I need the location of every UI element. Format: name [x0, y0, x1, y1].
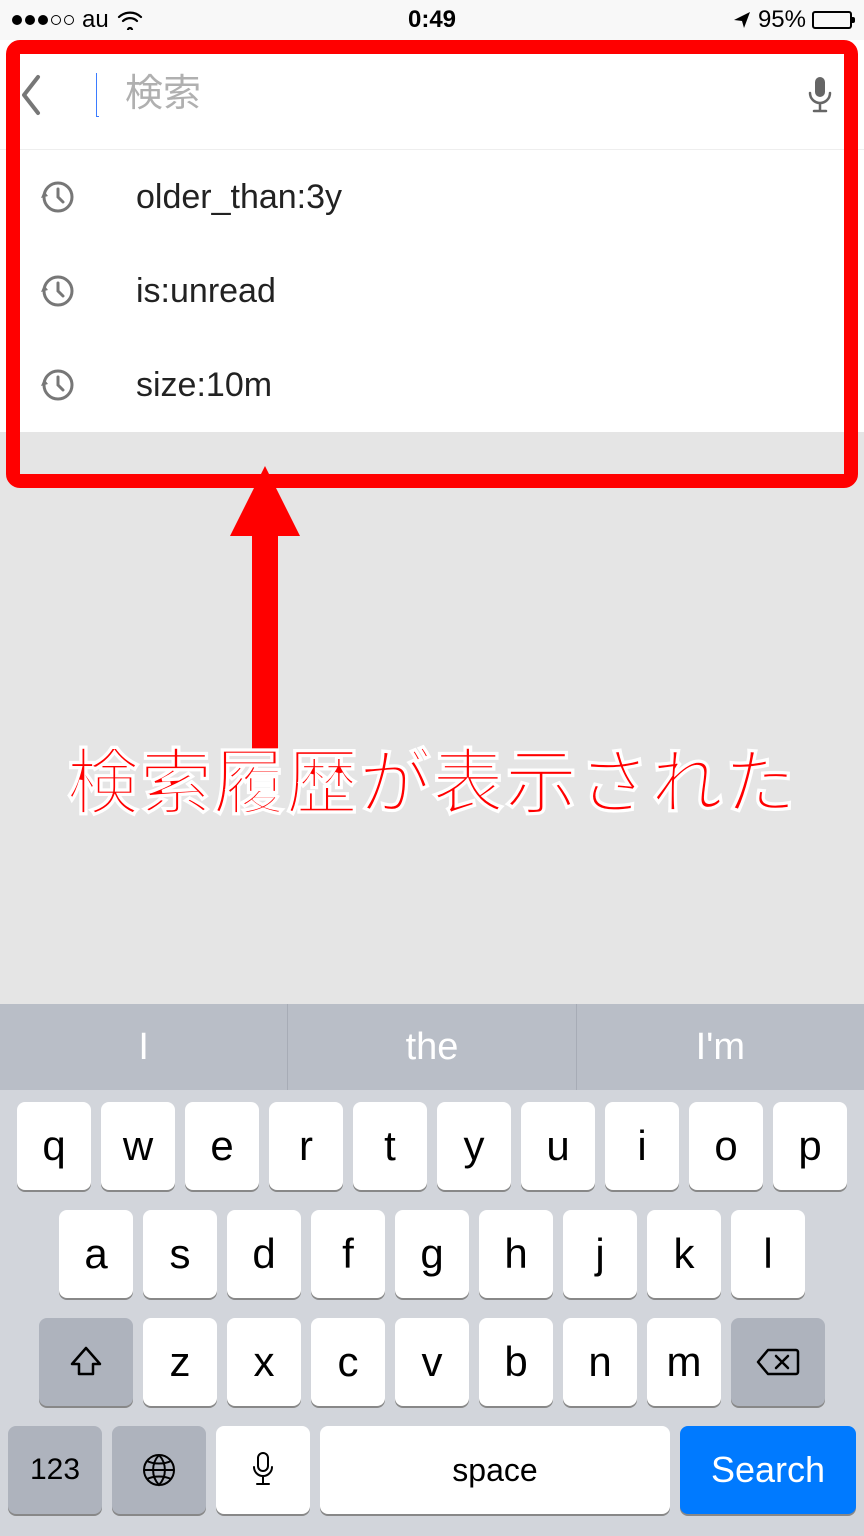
suggestion-item[interactable]: I'm — [577, 1004, 864, 1090]
keyboard: I the I'm qwertyuiop asdfghjkl zxcvbnm 1… — [0, 1004, 864, 1536]
search-key[interactable]: Search — [680, 1426, 856, 1514]
key-n[interactable]: n — [563, 1318, 637, 1406]
history-item[interactable]: older_than:3y — [0, 150, 864, 244]
history-item-label: is:unread — [136, 272, 276, 311]
key-g[interactable]: g — [395, 1210, 469, 1298]
back-icon[interactable] — [18, 73, 58, 117]
key-w[interactable]: w — [101, 1102, 175, 1190]
key-e[interactable]: e — [185, 1102, 259, 1190]
search-history-list: older_than:3y is:unread size:10m — [0, 150, 864, 432]
annotation-arrow-icon — [230, 466, 300, 752]
key-j[interactable]: j — [563, 1210, 637, 1298]
annotation-caption: 検索履歴が表示された — [0, 724, 864, 829]
key-x[interactable]: x — [227, 1318, 301, 1406]
key-m[interactable]: m — [647, 1318, 721, 1406]
key-y[interactable]: y — [437, 1102, 511, 1190]
key-s[interactable]: s — [143, 1210, 217, 1298]
key-q[interactable]: q — [17, 1102, 91, 1190]
battery-pct-label: 95% — [758, 6, 806, 34]
key-a[interactable]: a — [59, 1210, 133, 1298]
signal-strength-icon — [12, 15, 74, 25]
key-f[interactable]: f — [311, 1210, 385, 1298]
key-l[interactable]: l — [731, 1210, 805, 1298]
suggestion-item[interactable]: the — [288, 1004, 576, 1090]
history-item-label: older_than:3y — [136, 178, 342, 217]
key-v[interactable]: v — [395, 1318, 469, 1406]
carrier-label: au — [82, 6, 109, 34]
search-input[interactable] — [97, 73, 806, 116]
location-icon — [732, 10, 752, 30]
suggestion-row: I the I'm — [0, 1004, 864, 1090]
backspace-key[interactable] — [731, 1318, 825, 1406]
key-t[interactable]: t — [353, 1102, 427, 1190]
key-z[interactable]: z — [143, 1318, 217, 1406]
battery-icon — [812, 11, 852, 29]
clock-label: 0:49 — [408, 6, 456, 34]
numbers-key[interactable]: 123 — [8, 1426, 102, 1514]
key-o[interactable]: o — [689, 1102, 763, 1190]
key-i[interactable]: i — [605, 1102, 679, 1190]
key-h[interactable]: h — [479, 1210, 553, 1298]
key-k[interactable]: k — [647, 1210, 721, 1298]
key-p[interactable]: p — [773, 1102, 847, 1190]
status-bar: au 0:49 95% — [0, 0, 864, 40]
history-icon — [38, 178, 78, 216]
keyboard-mic-key[interactable] — [216, 1426, 310, 1514]
history-icon — [38, 366, 78, 404]
space-key[interactable]: space — [320, 1426, 670, 1514]
history-item[interactable]: is:unread — [0, 244, 864, 338]
key-c[interactable]: c — [311, 1318, 385, 1406]
key-u[interactable]: u — [521, 1102, 595, 1190]
shift-key[interactable] — [39, 1318, 133, 1406]
globe-key[interactable] — [112, 1426, 206, 1514]
suggestion-item[interactable]: I — [0, 1004, 288, 1090]
key-b[interactable]: b — [479, 1318, 553, 1406]
history-item[interactable]: size:10m — [0, 338, 864, 432]
wifi-icon — [117, 10, 143, 30]
history-icon — [38, 272, 78, 310]
search-bar — [0, 40, 864, 150]
history-item-label: size:10m — [136, 366, 272, 405]
microphone-icon[interactable] — [806, 75, 846, 115]
key-d[interactable]: d — [227, 1210, 301, 1298]
key-r[interactable]: r — [269, 1102, 343, 1190]
